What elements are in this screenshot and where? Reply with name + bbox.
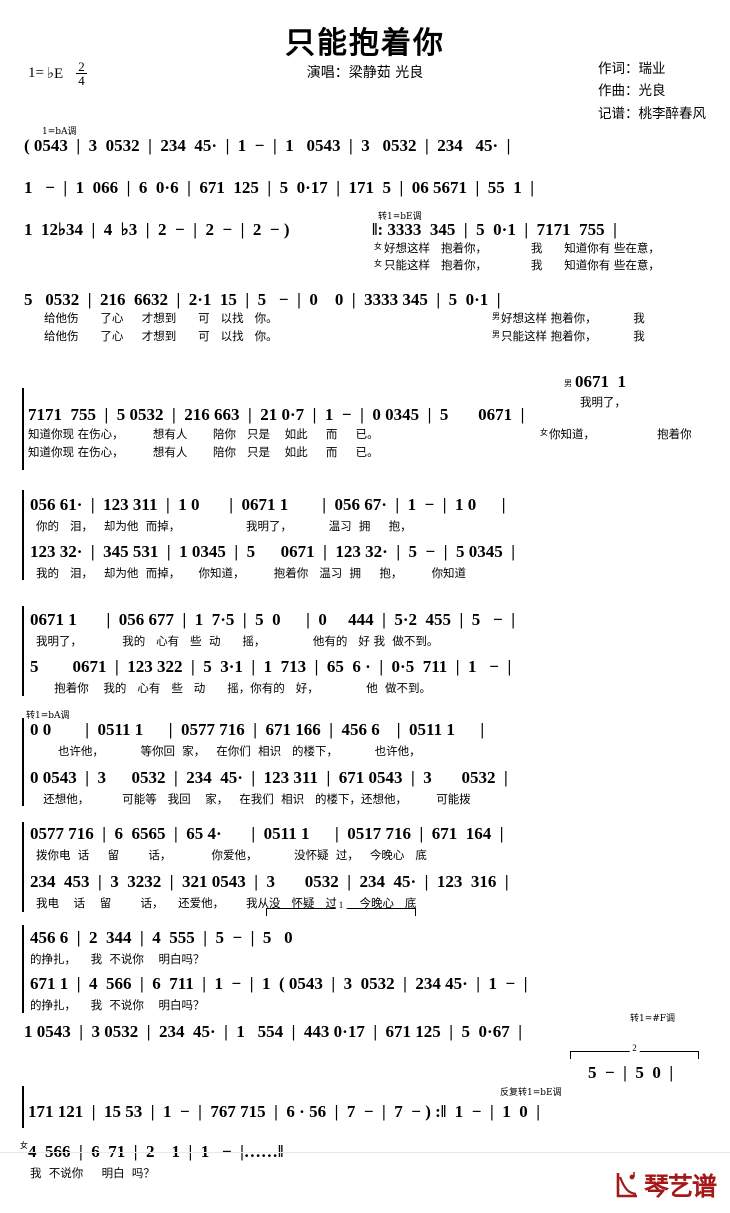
lyrics-chorus-2b: 抱着你 我的 心有 些 动 摇，你有的 好， 他 做不到。: [36, 681, 432, 695]
music-line-intro-1: ( 0543 | 3 0532 | 234 45· | 1 − | 1 0543…: [24, 136, 511, 155]
music-line-verse-entry: ‖: 3333 345 | 5 0·1 | 7171 755 |: [372, 220, 617, 239]
credit-composer: 作曲：光良: [598, 83, 666, 100]
system-brace-ending: [22, 925, 24, 1013]
time-signature: 2 4: [76, 60, 87, 87]
voice-mark-female-1: 女: [374, 242, 382, 251]
system-brace-outro-2: [22, 1086, 24, 1128]
lyrics-bridge2-a: 拨你电 话 留 话， 你爱他， 没怀疑 过， 今晚心 底: [36, 848, 427, 862]
music-line-bridge-a: 0 0 | 0511 1 | 0577 716 | 671 166 | 456 …: [30, 720, 485, 739]
meter-denominator: 4: [78, 73, 85, 88]
lyrics-pickup: 我明了，: [580, 395, 626, 409]
music-line-outro-2-high: 5 − | 5 0 |: [588, 1063, 674, 1082]
voice-mark-female-verse2: 女: [540, 428, 548, 437]
music-line-chorus-1a: 056 61· | 123 311 | 1 0 | 0671 1 | 056 6…: [30, 495, 506, 514]
credit-notation: 记谱：桃李醉春风: [598, 105, 706, 122]
lyrics-verse-2-right: 你知道， 抱着你: [549, 427, 692, 441]
music-line-chorus-2b: 5 0671 | 123 322 | 5 3·1 | 1 713 | 65 6 …: [30, 657, 512, 676]
lyrics-chorus-1b: 我的 泪， 却为他 而掉， 你知道， 抱着你 温习 拥 抱， 你知道: [36, 566, 467, 580]
music-line-intro-3: 1 12♭34 | 4 ♭3 | 2 − | 2 − | 2 − ): [24, 220, 290, 239]
music-line-outro-1: 1 0543 | 3 0532 | 234 45· | 1 554 | 443 …: [24, 1022, 522, 1041]
lyrics-verse-1-right-b: 只能这样 抱着你， 我: [501, 329, 645, 343]
second-ending-bracket: 2: [570, 1043, 699, 1059]
music-line-end-b: 671 1 | 4 566 | 6 711 | 1 − | 1 ( 0543 |…: [30, 974, 528, 993]
site-watermark: 琴艺谱: [615, 1167, 717, 1203]
lyrics-verse-entry-1: 好想这样 抱着你， 我 知道你有 些在意，: [384, 241, 660, 255]
music-line-verse-2: 7171 755 | 5 0532 | 216 663 | 21 0·7 | 1…: [28, 405, 525, 424]
credit-lyricist: 作词：瑞业: [598, 61, 666, 77]
lyrics-bridge-b: 还想他， 可能等 我回 家， 在我们 相识 的楼下，还想他， 可能拨: [36, 792, 471, 806]
watermark-text: 琴艺谱: [643, 1172, 717, 1201]
score-header: 只能抱着你 演唱：梁静茹 光良 1= ♭E 2 4 作词：瑞业 作曲：光良 记谱…: [0, 0, 730, 122]
key-mark-mod-sF: 转1=#F调: [630, 1014, 676, 1024]
lyrics-end-b: 的挣扎， 我 不说你 明白吗？: [30, 998, 205, 1012]
voice-mark-female-2: 女: [374, 259, 382, 268]
system-brace-chorus-1: [22, 490, 24, 580]
music-line-bridge2-b: 234 453 | 3 3232 | 321 0543 | 3 0532 | 2…: [30, 872, 509, 891]
lyrics-bridge-a: 也许他， 等你回 家， 在你们 相识 的楼下， 也许他，: [36, 744, 421, 758]
lyrics-verse-1b: 给他伤 了心 才想到 可 以找 你。: [44, 329, 278, 343]
page-title: 只能抱着你: [285, 26, 445, 61]
lyrics-verse-2a: 知道你现 在伤心， 想有人 陪你 只是 如此 而 已。: [28, 427, 379, 441]
key-mark-repeat-bE: 反复转1=bE调: [500, 1088, 562, 1098]
system-brace-bridge: [22, 718, 24, 806]
voice-mark-male-pickup: 男: [564, 379, 572, 388]
music-line-bridge-b: 0 0543 | 3 0532 | 234 45· | 123 311 | 67…: [30, 768, 508, 787]
footer-divider: [0, 1152, 730, 1153]
voice-mark-female-coda: 女: [20, 1141, 28, 1150]
system-brace-chorus-2: [22, 606, 24, 696]
music-line-intro-2: 1 − | 1 066 | 6 0·6 | 671 125 | 5 0·17 |…: [24, 178, 534, 197]
voice-mark-male-2: 男: [492, 330, 500, 339]
music-line-end-a: 456 6 | 2 344 | 4 555 | 5 − | 5 0: [30, 928, 293, 947]
lyrics-end-a: 的挣扎， 我 不说你 明白吗？: [30, 952, 205, 966]
first-ending-number: 1: [335, 900, 347, 910]
key-note: ♭E: [46, 66, 64, 82]
music-line-chorus-1b: 123 32· | 345 531 | 1 0345 | 5 0671 | 12…: [30, 542, 515, 561]
music-line-bridge2-a: 0577 716 | 6 6565 | 65 4· | 0511 1 | 051…: [30, 824, 504, 843]
music-line-chorus-2a: 0671 1 | 056 677 | 1 7·5 | 5 0 | 0 444 |…: [30, 610, 515, 629]
first-ending-bracket: 1: [266, 900, 416, 916]
key-label: 1=: [28, 65, 44, 81]
key-signature: 1= ♭E 2 4: [28, 60, 87, 87]
lyrics-coda: 我 不说你 明白 吗？: [30, 1166, 155, 1180]
qinyipu-logo-icon: [615, 1171, 641, 1199]
system-brace-bridge-2: [22, 822, 24, 912]
lyrics-verse-1-right-a: 好想这样 抱着你， 我: [501, 311, 645, 325]
meter-numerator: 2: [76, 59, 87, 74]
lyrics-chorus-2a: 我明了， 我的 心有 些 动 摇， 他有的 好 我 做不到。: [36, 634, 439, 648]
music-line-pickup: 0671 1: [575, 372, 626, 391]
lyrics-verse-2b: 知道你现 在伤心， 想有人 陪你 只是 如此 而 已。: [28, 445, 379, 459]
system-brace-verse-2: [22, 388, 24, 470]
lyrics-verse-1a: 给他伤 了心 才想到 可 以找 你。: [44, 311, 278, 325]
music-line-outro-2: 171 121 | 15 53 | 1 − | 767 715 | 6 · 56…: [28, 1102, 540, 1121]
lyrics-verse-entry-2: 只能这样 抱着你， 我 知道你有 些在意，: [384, 258, 660, 272]
credits-block: 作词：瑞业 作曲：光良 记谱：桃李醉春风: [598, 58, 706, 125]
sheet-music-page: 只能抱着你 演唱：梁静茹 光良 1= ♭E 2 4 作词：瑞业 作曲：光良 记谱…: [0, 0, 730, 1213]
second-ending-number: 2: [629, 1043, 640, 1053]
music-line-verse-1: 5 0532 | 216 6632 | 2·1 15 | 5 − | 0 0 |…: [24, 290, 501, 309]
lyrics-chorus-1a: 你的 泪， 却为他 而掉， 我明了， 温习 拥 抱，: [36, 519, 412, 533]
voice-mark-male-1: 男: [492, 312, 500, 321]
